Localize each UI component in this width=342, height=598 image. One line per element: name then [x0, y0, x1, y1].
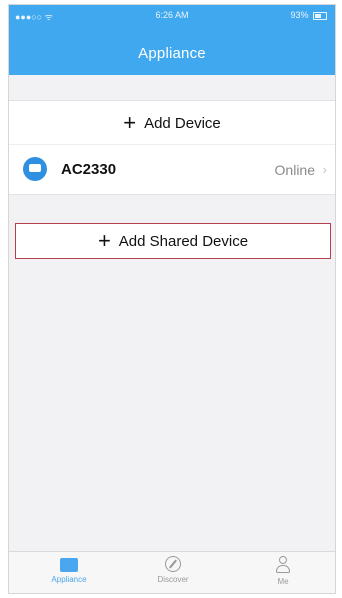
page-title: Appliance: [138, 45, 206, 62]
add-shared-device-button[interactable]: + Add Shared Device: [15, 223, 331, 259]
tab-discover[interactable]: Discover: [133, 556, 213, 584]
device-list-item[interactable]: AC2330 Online ›: [9, 145, 335, 195]
add-shared-device-label: Add Shared Device: [118, 233, 249, 250]
battery-indicator: 93%: [290, 10, 327, 20]
tab-appliance[interactable]: Appliance: [29, 556, 109, 584]
status-time: 6:26 AM: [155, 10, 189, 20]
header-bar: ●●●○○ ᯤ 6:26 AM 93% Appliance: [9, 5, 335, 75]
compass-icon: [165, 556, 181, 572]
chevron-right-icon: ›: [322, 162, 327, 177]
phone-screen: ●●●○○ ᯤ 6:26 AM 93% Appliance + Add Devic…: [8, 4, 336, 594]
battery-percent: 93%: [290, 10, 309, 20]
user-icon: [275, 556, 291, 574]
add-device-label: Add Device: [144, 115, 221, 132]
appliance-icon: [60, 558, 78, 572]
appliance-icon: [23, 157, 47, 181]
device-name: AC2330: [61, 161, 117, 178]
tab-label: Discover: [157, 575, 189, 584]
add-device-button[interactable]: + Add Device: [9, 100, 335, 145]
tab-me[interactable]: Me: [243, 556, 323, 586]
device-status: Online: [274, 162, 315, 178]
tab-label: Me: [277, 577, 289, 586]
plus-icon: +: [97, 228, 111, 253]
plus-icon: +: [123, 110, 137, 135]
battery-icon: [313, 11, 327, 20]
tab-label: Appliance: [51, 575, 87, 584]
status-bar: ●●●○○ ᯤ 6:26 AM 93%: [9, 5, 335, 25]
tab-bar: Appliance Discover Me: [9, 551, 335, 593]
